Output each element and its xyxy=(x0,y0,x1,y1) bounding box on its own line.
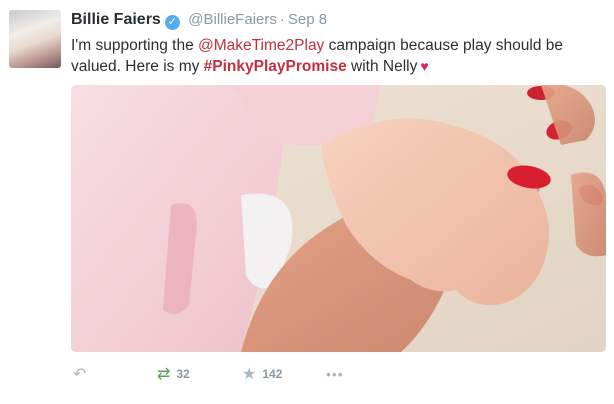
mention-link[interactable]: @MakeTime2Play xyxy=(198,37,324,54)
display-name[interactable]: Billie Faiers xyxy=(71,11,161,28)
verified-badge-icon: ✓ xyxy=(164,15,180,30)
star-icon: ★ xyxy=(242,366,257,383)
tweet-photo[interactable] xyxy=(71,85,606,352)
tweet: Billie Faiers ✓ @BillieFaiers · Sep 8 I'm s… xyxy=(0,0,614,404)
retweet-count: 32 xyxy=(176,367,190,381)
tweet-actions: ↶ ⇄ 32 ★ 142 ••• xyxy=(71,362,606,386)
hashtag-link[interactable]: #PinkyPlayPromise xyxy=(204,58,347,75)
favorite-button[interactable]: ★ 142 xyxy=(242,362,282,386)
tweet-text-part: I'm supporting the xyxy=(71,37,199,54)
heart-emoji-icon: ♥ xyxy=(420,58,429,74)
favorite-count: 142 xyxy=(262,367,283,381)
tweet-text-part: with Nelly xyxy=(346,58,418,75)
header-separator: · xyxy=(279,11,285,28)
more-button[interactable]: ••• xyxy=(326,362,344,386)
tweet-text: I'm supporting the @MakeTime2Play campai… xyxy=(71,35,611,77)
reply-icon: ↶ xyxy=(73,366,87,383)
reply-button[interactable]: ↶ xyxy=(73,362,86,386)
more-dots-icon: ••• xyxy=(326,366,344,382)
username-handle[interactable]: @BillieFaiers xyxy=(188,11,277,28)
retweet-icon: ⇄ xyxy=(157,366,171,383)
tweet-header: Billie Faiers ✓ @BillieFaiers · Sep 8 xyxy=(71,11,327,30)
tweet-date[interactable]: Sep 8 xyxy=(288,11,327,28)
avatar[interactable] xyxy=(9,10,61,68)
retweet-button[interactable]: ⇄ 32 xyxy=(157,362,190,386)
photo-illustration xyxy=(71,85,606,352)
